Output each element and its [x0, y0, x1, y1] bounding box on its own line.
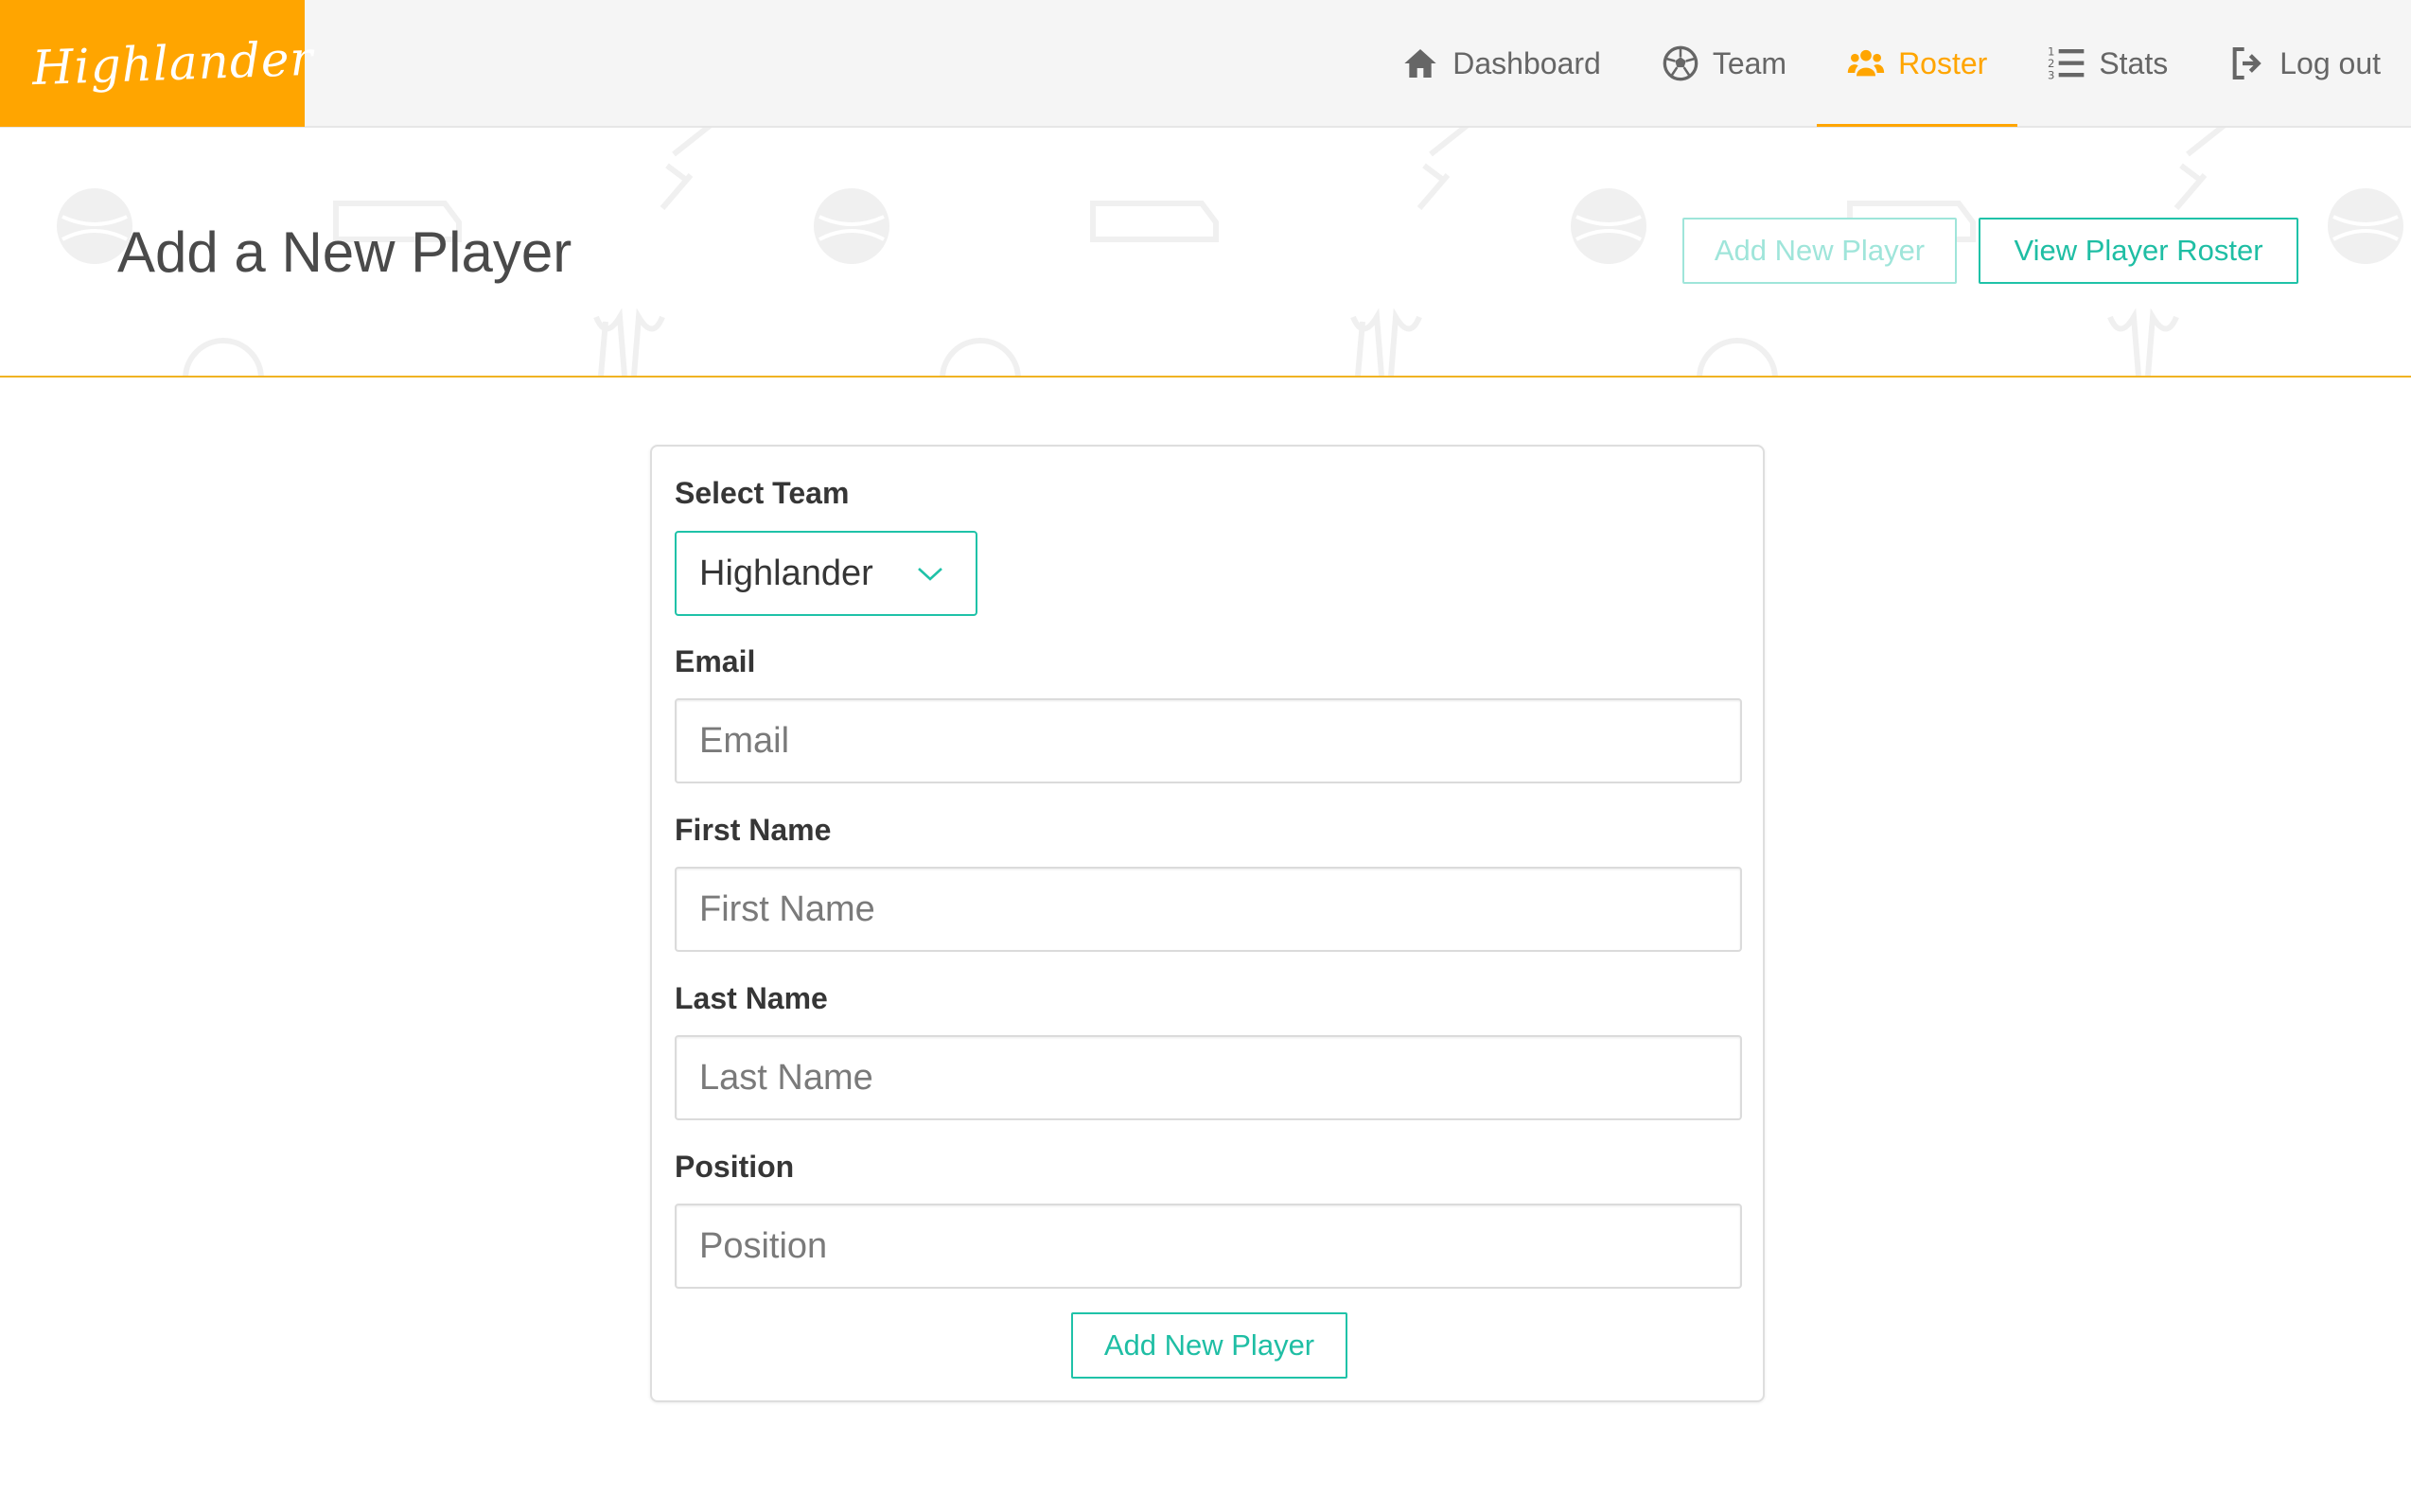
nav-item-label: Dashboard	[1452, 45, 1601, 80]
nav-item-label: Roster	[1898, 45, 1988, 80]
sign-out-icon	[2232, 47, 2261, 79]
list-ordered-icon: 1 2 3	[2048, 45, 2085, 82]
nav-item-label: Stats	[2099, 45, 2169, 80]
email-field[interactable]	[675, 698, 1742, 783]
main-nav: Dashboard Team Roster 1 2 3 Stats Log ou…	[1371, 0, 2411, 127]
svg-text:3: 3	[2048, 69, 2054, 82]
add-player-form: Select Team Highlander Email First Name …	[650, 445, 1765, 1402]
submit-add-player-button[interactable]: Add New Player	[1071, 1312, 1347, 1379]
add-new-player-button[interactable]: Add New Player	[1682, 218, 1957, 284]
team-label: Select Team	[675, 476, 850, 510]
page-header-banner: Add a New Player Add New Player View Pla…	[0, 128, 2411, 378]
nav-item-roster[interactable]: Roster	[1817, 0, 2018, 127]
nav-item-dashboard[interactable]: Dashboard	[1371, 0, 1631, 127]
chevron-down-icon	[918, 568, 942, 581]
first-name-label: First Name	[675, 813, 832, 847]
nav-item-stats[interactable]: 1 2 3 Stats	[2017, 0, 2198, 127]
last-name-field[interactable]	[675, 1035, 1742, 1120]
nav-item-label: Log out	[2279, 45, 2381, 80]
position-label: Position	[675, 1150, 795, 1184]
page-title: Add a New Player	[117, 220, 572, 284]
home-icon	[1404, 49, 1436, 78]
team-select-value: Highlander	[699, 553, 873, 593]
team-select[interactable]: Highlander	[675, 531, 977, 616]
view-player-roster-button[interactable]: View Player Roster	[1979, 218, 2298, 284]
top-navbar: Highlander Dashboard Team Roster 1 2 3 S…	[0, 0, 2411, 128]
users-icon	[1847, 49, 1885, 77]
nav-item-label: Team	[1712, 45, 1787, 80]
position-field[interactable]	[675, 1204, 1742, 1289]
first-name-field[interactable]	[675, 867, 1742, 952]
email-label: Email	[675, 644, 756, 678]
nav-item-logout[interactable]: Log out	[2198, 0, 2411, 127]
last-name-label: Last Name	[675, 981, 828, 1015]
brand-logo-text: Highlander	[31, 30, 315, 97]
brand-logo[interactable]: Highlander	[0, 0, 314, 127]
soccer-ball-icon	[1663, 45, 1698, 81]
nav-item-team[interactable]: Team	[1631, 0, 1817, 127]
